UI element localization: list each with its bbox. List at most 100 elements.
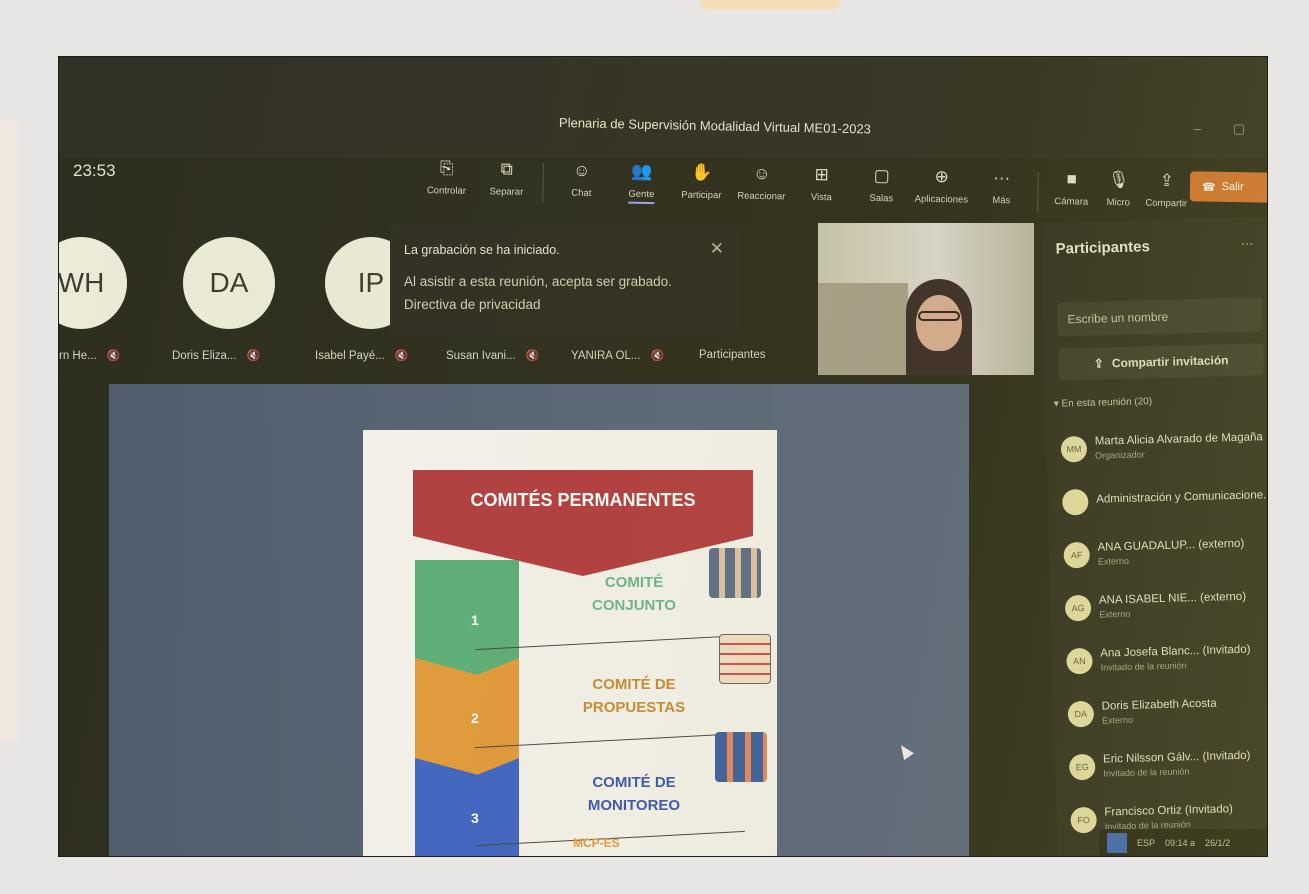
video-person-face [916,295,962,351]
proposal-illustration [719,634,771,684]
participant-name: ANA ISABEL NIE... (externo) [1098,590,1247,607]
background-accent-left [0,120,18,740]
windows-start-icon[interactable] [1107,832,1127,853]
list-item[interactable]: Administración y Comunicacione... [1061,470,1267,528]
control-button[interactable]: ⎘ Controlar [418,157,475,197]
os-taskbar: ESP 09:14 a 26/1/2 [1099,829,1267,856]
avatar: AN [1066,647,1093,674]
raise-hand-button[interactable]: ✋ Participar [673,161,730,202]
rooms-label: Salas [869,192,894,205]
react-label: Reaccionar [737,190,786,203]
participant-role: Invitado de la reunión [1103,766,1190,779]
more-label: Más [992,195,1011,207]
notification-body: Al asistir a esta reunión, acepta ser gr… [404,271,724,317]
mic-off-icon: 🔇 [246,350,261,362]
raise-hand-label: Participar [681,189,722,202]
camera-label: Cámara [1054,196,1089,208]
committee-name-3: COMITÉ DE MONITOREO [559,772,709,817]
notification-text: Al asistir a esta reunión, acepta ser gr… [404,274,672,289]
list-item[interactable]: MM Marta Alicia Alvarado de Magaña Organiz… [1060,417,1266,475]
privacy-link[interactable]: Directiva de privacidad [404,294,724,317]
committee-line: COMITÉ DE [592,774,676,791]
mic-off-icon: 🔇 [650,350,665,362]
participant-name-tag: Susan Ivani... 🔇 [446,349,539,362]
more-icon[interactable]: ··· [1240,235,1253,250]
shared-content-area: COMITÉS PERMANENTES 1 2 3 COMITÉ CONJUNTO… [109,384,969,856]
participants-panel: Participantes ··· Escribe un nombre ⇪ Co… [1041,217,1267,856]
notification-title: La grabación se ha iniciado. [404,243,560,257]
mic-label: Micro [1106,197,1131,209]
chat-icon: ☺ [572,160,591,180]
list-item[interactable]: AN Ana Josefa Blanc... (Invitado) Invitado… [1066,629,1267,687]
apps-button[interactable]: ⊕ Aplicaciones [913,166,970,206]
committee-line: PROPUESTAS [582,698,686,716]
committee-line: COMITÉ DE [592,676,676,693]
taskbar-date: 26/1/2 [1205,837,1231,848]
rooms-button[interactable]: ▢ Salas [853,165,910,205]
chat-label: Chat [571,187,592,200]
window-controls[interactable]: – ▢ [1194,121,1259,137]
video-tile[interactable] [818,223,1034,375]
avatar[interactable]: WH [59,237,127,329]
control-label: Controlar [426,185,467,197]
participant-role: Externo [1101,714,1134,726]
more-participants-label[interactable]: Participantes [699,349,765,361]
participant-list: MM Marta Alicia Alvarado de Magaña Organiz… [1060,417,1267,846]
video-person-glasses [918,311,960,321]
committee-number-2: 2 [415,658,519,778]
avatar: FO [1070,806,1097,833]
taskbar-time: 09:14 a [1165,837,1196,848]
avatar: MM [1060,435,1088,463]
people-button[interactable]: 👥 Gente [613,160,670,205]
slide-banner: COMITÉS PERMANENTES [413,470,753,530]
apps-label: Aplicaciones [914,193,969,206]
chat-button[interactable]: ☺ Chat [553,159,610,199]
raise-hand-icon: ✋ [691,162,713,183]
meeting-timer: 23:53 [73,161,116,180]
participant-name: Susan Ivani... [446,350,516,362]
react-icon: ☺ [752,163,771,184]
slide-logo: MCP-ES [573,836,620,850]
react-button[interactable]: ☺ Reaccionar [733,162,790,203]
participant-name: YANIRA OL... [571,350,641,362]
view-button[interactable]: ⊞ Vista [793,164,850,204]
avatar: AG [1064,594,1092,621]
share-invite-button[interactable]: ⇪ Compartir invitación [1058,343,1265,381]
mic-off-icon: 🔇 [525,350,540,362]
more-button[interactable]: ··· Más [973,167,1030,207]
meeting-illustration [709,548,761,598]
language-indicator[interactable]: ESP [1137,838,1155,848]
participant-name: ANA GUADALUP... (externo) [1097,537,1245,554]
list-item[interactable]: EG Eric Nilsson Gálv... (Invitado) Invitad… [1068,735,1267,793]
monitor-screen: Plenaria de Supervisión Modalidad Virtua… [59,57,1267,856]
leave-label: Salir [1221,180,1244,194]
people-icon: 👥 [631,161,653,182]
leave-button[interactable]: ☎ Salir [1189,171,1267,203]
apps-icon: ⊕ [934,167,950,187]
shared-window-side [773,384,969,856]
committee-number-1: 1 [415,560,519,680]
camera-button[interactable]: ■ Cámara [1048,168,1095,208]
camera-icon: ■ [1066,169,1078,189]
share-button[interactable]: ⇪ Compartir [1142,170,1191,210]
participant-name: Marta Alicia Alvarado de Magaña [1094,431,1263,448]
phone-icon: ☎ [1201,181,1216,194]
participant-role: Invitado de la reunión [1100,660,1187,673]
list-item[interactable]: DA Doris Elizabeth Acosta Externo [1067,682,1267,740]
participant-role: Externo [1099,608,1131,620]
participant-name: rn He... [59,350,97,362]
close-icon[interactable]: ✕ [710,239,724,259]
avatar[interactable]: DA [183,237,275,329]
list-item[interactable]: AG ANA ISABEL NIE... (externo) Externo [1064,576,1267,634]
list-item[interactable]: AF ANA GUADALUP... (externo) Externo [1063,523,1267,581]
panel-title: Participantes [1055,238,1151,258]
participant-name: Isabel Payé... [315,350,385,362]
participant-search-input[interactable]: Escribe un nombre [1057,297,1263,337]
mic-button[interactable]: 🎙 Micro [1098,169,1139,209]
participant-name-tag: YANIRA OL... 🔇 [571,349,664,362]
committee-number-3: 3 [415,758,519,856]
in-meeting-section[interactable]: ▾ En esta reunión (20) [1054,396,1153,410]
avatar [1061,488,1089,516]
popout-button[interactable]: ⧉ Separar [478,158,535,198]
view-icon: ⊞ [814,164,830,185]
